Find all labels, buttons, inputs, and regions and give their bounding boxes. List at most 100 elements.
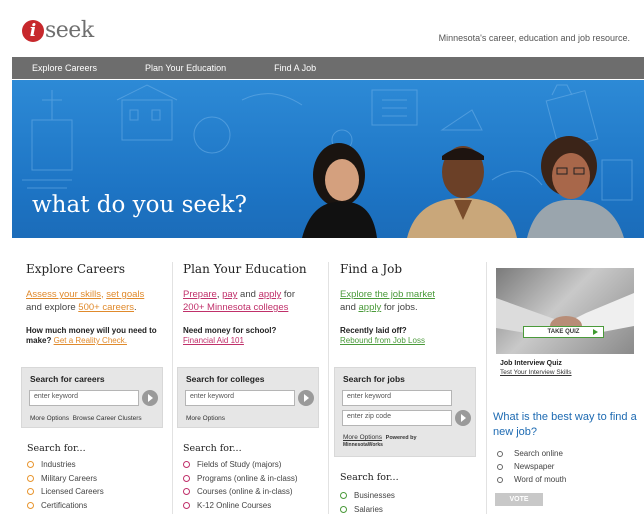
list-item-label: Licensed Careers: [41, 487, 104, 496]
radio-icon[interactable]: [497, 476, 503, 483]
main-nav: Explore Careers Plan Your Education Find…: [12, 57, 644, 79]
explore-text: and explore: [26, 302, 79, 313]
careers-search-links: More Options Browse Career Clusters: [30, 415, 142, 422]
nav-find-job[interactable]: Find A Job: [274, 63, 316, 73]
for-jobs-text: for jobs.: [381, 302, 418, 313]
circle-bullet-icon: [27, 461, 34, 469]
radio-icon[interactable]: [497, 450, 503, 457]
colleges-more-options[interactable]: More Options: [186, 415, 225, 422]
nav-explore-careers[interactable]: Explore Careers: [32, 63, 97, 73]
iseek-logo[interactable]: i seek: [22, 18, 94, 43]
list-item-label: Certifications: [41, 500, 88, 510]
plan-intro: Prepare, pay and apply for 200+ Minnesot…: [183, 288, 323, 314]
circle-bullet-icon: [27, 501, 34, 509]
list-item[interactable]: Programs (online & in-class): [183, 472, 297, 486]
vote-button[interactable]: VOTE: [495, 493, 543, 506]
quiz-subtitle-link[interactable]: Test Your Interview Skills: [500, 369, 572, 376]
site-header: i seek Minnesota's career, education and…: [0, 0, 644, 57]
list-item-label: Military Careers: [41, 473, 98, 483]
circle-bullet-icon: [27, 474, 34, 482]
list-item[interactable]: Salaries: [340, 503, 395, 514]
poll-option[interactable]: Search online: [497, 447, 566, 460]
hero-headline: what do you seek?: [32, 192, 247, 218]
find-job-title[interactable]: Find a Job: [340, 262, 480, 276]
powered-by-label: Powered by: [385, 435, 417, 441]
column-divider: [486, 262, 487, 514]
job-intro: Explore the job market and apply for job…: [340, 288, 480, 314]
apply-link[interactable]: apply: [259, 289, 282, 300]
poll-option[interactable]: Word of mouth: [497, 473, 566, 486]
jobs-more-options[interactable]: More Options: [343, 434, 382, 441]
laid-off-question: Recently laid off? Rebound from Job Loss: [340, 326, 480, 346]
jobs-search-links: More Options Powered by MinnesotaWorks: [343, 434, 417, 448]
colleges-go-icon[interactable]: [298, 390, 314, 406]
play-arrow-icon: [593, 329, 598, 335]
careers-link[interactable]: 500+ careers: [78, 302, 134, 313]
job-market-link[interactable]: Explore the job market: [340, 289, 435, 300]
poll-options: Search online Newspaper Word of mouth: [497, 447, 566, 486]
poll-option-label: Word of mouth: [514, 475, 567, 484]
nav-plan-education[interactable]: Plan Your Education: [145, 63, 226, 73]
colleges-search-title: Search for colleges: [186, 374, 265, 384]
rebound-link[interactable]: Rebound from Job Loss: [340, 336, 425, 345]
careers-search-for-title: Search for...: [27, 443, 86, 454]
circle-bullet-icon: [183, 501, 190, 509]
radio-icon[interactable]: [497, 463, 503, 470]
list-item[interactable]: K-12 Online Courses: [183, 499, 297, 513]
poll-option[interactable]: Newspaper: [497, 460, 566, 473]
colleges-search-input[interactable]: enter keyword: [185, 390, 295, 406]
list-item[interactable]: Industries: [27, 458, 104, 472]
list-item[interactable]: Businesses: [340, 489, 395, 503]
circle-bullet-icon: [183, 488, 190, 496]
set-goals-link[interactable]: set goals: [106, 289, 144, 300]
school-money-question: Need money for school? Financial Aid 101: [183, 326, 323, 346]
prepare-link[interactable]: Prepare: [183, 289, 217, 300]
take-quiz-button[interactable]: TAKE QUIZ: [523, 326, 604, 338]
apply-jobs-link[interactable]: apply: [359, 302, 382, 313]
plan-education-column: Plan Your Education Prepare, pay and app…: [183, 262, 323, 346]
zip-code-input[interactable]: enter zip code: [342, 410, 452, 426]
list-item[interactable]: Military Careers: [27, 472, 104, 486]
column-divider: [328, 262, 329, 514]
colleges-link[interactable]: 200+ Minnesota colleges: [183, 302, 288, 313]
plan-education-title[interactable]: Plan Your Education: [183, 262, 323, 276]
list-item-label: Programs (online & in-class): [197, 473, 298, 483]
assess-skills-link[interactable]: Assess your skills: [26, 289, 101, 300]
person-photo-2: [407, 146, 517, 238]
site-tagline: Minnesota's career, education and job re…: [438, 33, 630, 43]
careers-go-icon[interactable]: [142, 390, 158, 406]
list-item-label: Industries: [41, 460, 76, 469]
list-item[interactable]: Courses (online & in-class): [183, 485, 297, 499]
jobs-go-icon[interactable]: [455, 410, 471, 426]
explore-careers-column: Explore Careers Assess your skills, set …: [26, 262, 166, 346]
poll-option-label: Newspaper: [514, 462, 555, 471]
person-photo-3: [527, 136, 624, 238]
careers-search-box: Search for careers enter keyword More Op…: [21, 367, 163, 428]
financial-aid-link[interactable]: Financial Aid 101: [183, 336, 244, 345]
browse-clusters-link[interactable]: Browse Career Clusters: [73, 415, 142, 422]
and-text: and: [237, 289, 259, 300]
list-item[interactable]: Licensed Careers: [27, 485, 104, 499]
careers-more-options[interactable]: More Options: [30, 415, 69, 422]
jobs-search-input[interactable]: enter keyword: [342, 390, 452, 406]
colleges-search-for-title: Search for...: [183, 443, 242, 454]
hero-banner: what do you seek?: [12, 80, 644, 238]
quiz-title[interactable]: Job Interview Quiz: [500, 360, 562, 367]
explore-careers-title[interactable]: Explore Careers: [26, 262, 166, 276]
jobs-search-title: Search for jobs: [343, 374, 405, 384]
logo-wordmark: seek: [45, 18, 94, 43]
laid-off-text: Recently laid off?: [340, 326, 407, 335]
circle-bullet-icon: [340, 492, 347, 500]
list-item[interactable]: Fields of Study (majors): [183, 458, 297, 472]
handshake-image[interactable]: [496, 268, 634, 354]
circle-bullet-icon: [183, 461, 190, 469]
reality-check-link[interactable]: Get a Reality Check.: [54, 336, 127, 345]
list-item[interactable]: Certifications: [27, 499, 104, 513]
jobs-search-for-title: Search for...: [340, 472, 399, 483]
school-question-text: Need money for school?: [183, 326, 277, 335]
pay-link[interactable]: pay: [222, 289, 237, 300]
circle-bullet-icon: [27, 488, 34, 496]
list-item-label: Fields of Study (majors): [197, 460, 282, 469]
list-item-label: K-12 Online Courses: [197, 500, 272, 510]
careers-search-input[interactable]: enter keyword: [29, 390, 139, 406]
